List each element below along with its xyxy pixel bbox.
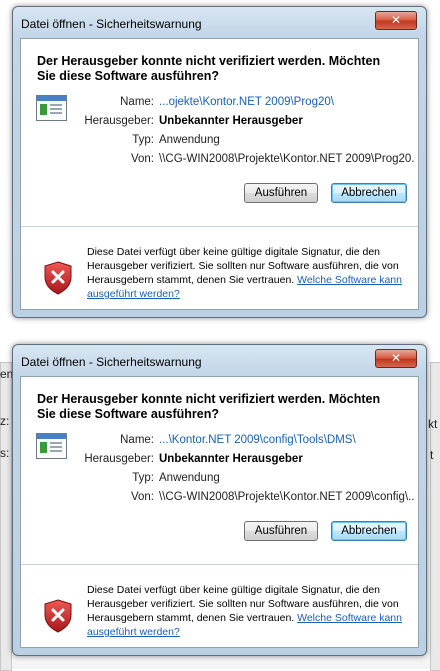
type-value: Anwendung — [159, 472, 220, 484]
background-text-fragment: s: — [0, 446, 10, 460]
from-label: Von: — [130, 491, 154, 503]
close-icon: ✕ — [390, 351, 402, 365]
from-label: Von: — [130, 153, 154, 165]
warning-heading: Der Herausgeber konnte nicht verifiziert… — [37, 54, 381, 83]
name-label: Name: — [120, 96, 154, 108]
publisher-label: Herausgeber: — [84, 453, 154, 465]
from-value: \\CG-WIN2008\Projekte\Kontor.NET 2009\Pr… — [159, 153, 415, 165]
close-icon: ✕ — [390, 13, 402, 27]
publisher-value: Unbekannter Herausgeber — [159, 115, 303, 127]
publisher-label: Herausgeber: — [84, 115, 154, 127]
name-value-link[interactable]: ...ojekte\Kontor.NET 2009\Prog20\ — [159, 96, 415, 108]
warning-message: Diese Datei verfügt über keine gültige d… — [87, 245, 413, 301]
security-shield-icon — [44, 599, 72, 633]
security-warning-dialog: Datei öffnen - Sicherheitswarnung ✕ Der … — [12, 344, 427, 656]
background-text-fragment: kt — [428, 417, 438, 431]
dialog-titlebar[interactable]: Datei öffnen - Sicherheitswarnung ✕ — [13, 345, 426, 373]
divider — [21, 226, 418, 227]
background-window-left-edge — [0, 362, 12, 671]
close-button[interactable]: ✕ — [375, 11, 417, 30]
background-text-fragment: t — [430, 448, 434, 462]
divider — [21, 564, 418, 565]
dialog-content: Der Herausgeber konnte nicht verifiziert… — [20, 376, 419, 648]
close-button[interactable]: ✕ — [375, 349, 417, 368]
security-shield-icon — [44, 261, 72, 295]
dialog-titlebar[interactable]: Datei öffnen - Sicherheitswarnung ✕ — [13, 7, 426, 35]
name-label: Name: — [120, 434, 154, 446]
dialog-content: Der Herausgeber konnte nicht verifiziert… — [20, 38, 419, 310]
background-window-right-edge — [430, 362, 440, 671]
cancel-button[interactable]: Abbrechen — [331, 183, 407, 203]
from-value: \\CG-WIN2008\Projekte\Kontor.NET 2009\co… — [159, 491, 415, 503]
type-label: Typ: — [132, 134, 154, 146]
dialog-title: Datei öffnen - Sicherheitswarnung — [21, 355, 202, 369]
type-label: Typ: — [132, 472, 154, 484]
warning-message: Diese Datei verfügt über keine gültige d… — [87, 583, 413, 639]
type-value: Anwendung — [159, 134, 220, 146]
run-button[interactable]: Ausführen — [244, 521, 318, 541]
publisher-value: Unbekannter Herausgeber — [159, 453, 303, 465]
background-text-fragment: z: — [0, 414, 10, 428]
security-warning-dialog: Datei öffnen - Sicherheitswarnung ✕ Der … — [12, 6, 427, 318]
run-button[interactable]: Ausführen — [244, 183, 318, 203]
cancel-button[interactable]: Abbrechen — [331, 521, 407, 541]
dialog-title: Datei öffnen - Sicherheitswarnung — [21, 17, 202, 31]
warning-heading: Der Herausgeber konnte nicht verifiziert… — [37, 392, 381, 421]
name-value-link[interactable]: ...\Kontor.NET 2009\config\Tools\DMS\ — [159, 434, 415, 446]
